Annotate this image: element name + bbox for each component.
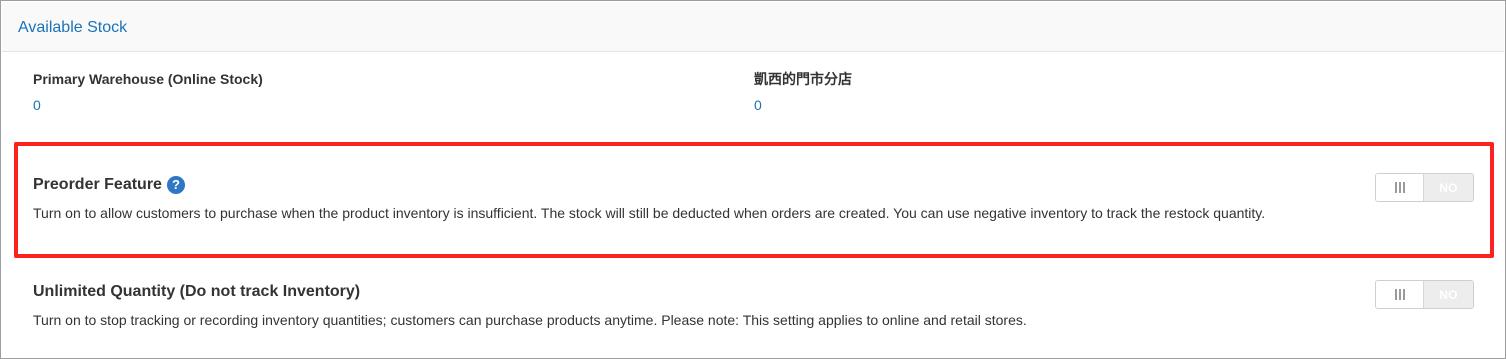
toggle-state-label: NO (1424, 281, 1473, 308)
stock-location-name: Primary Warehouse (Online Stock) (33, 71, 263, 87)
unlimited-quantity-setting-title: Unlimited Quantity (Do not track Invento… (33, 283, 361, 300)
preorder-toggle[interactable]: NO (1375, 173, 1474, 202)
panel-header: Available Stock (2, 2, 1504, 52)
available-stock-panel: Available Stock Primary Warehouse (Onlin… (0, 0, 1506, 359)
toggle-handle[interactable] (1376, 174, 1424, 201)
toggle-state-label: NO (1424, 174, 1473, 201)
grip-icon (1394, 289, 1405, 300)
preorder-title-text: Preorder Feature (33, 176, 162, 193)
unlimited-quantity-setting: Unlimited Quantity (Do not track Invento… (33, 282, 1027, 329)
stock-location-store: 凱西的門市分店 0 (754, 71, 852, 113)
preorder-setting: Preorder Feature ? Turn on to allow cust… (33, 175, 1265, 222)
unlimited-quantity-toggle[interactable]: NO (1375, 280, 1474, 309)
preorder-setting-description: Turn on to allow customers to purchase w… (33, 205, 1266, 221)
stock-location-name: 凱西的門市分店 (754, 71, 852, 87)
panel-title-link[interactable]: Available Stock (18, 19, 127, 37)
stock-location-value[interactable]: 0 (754, 97, 852, 113)
preorder-setting-title: Preorder Feature ? (33, 175, 1265, 195)
help-icon[interactable]: ? (166, 176, 185, 194)
stock-location-primary: Primary Warehouse (Online Stock) 0 (33, 71, 263, 113)
stock-location-value[interactable]: 0 (33, 97, 263, 113)
grip-icon (1394, 182, 1405, 193)
unlimited-quantity-setting-description: Turn on to stop tracking or recording in… (33, 312, 1027, 328)
toggle-handle[interactable] (1376, 281, 1424, 308)
